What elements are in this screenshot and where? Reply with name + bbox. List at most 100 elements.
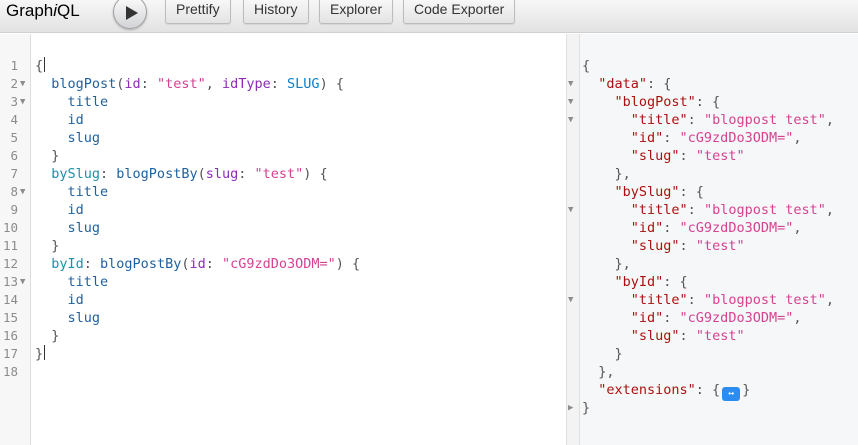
result-token: , (825, 202, 834, 218)
query-editor[interactable]: 1 {2 ▼ blogPost(id: "test", idType: SLUG) … (0, 34, 566, 445)
execute-query-button[interactable] (113, 0, 147, 29)
result-token: "blogpost test" (703, 292, 826, 308)
result-token: }, (582, 364, 615, 380)
query-line: 11 } (0, 237, 566, 255)
result-token: } (582, 346, 623, 362)
line-number: 16 (2, 328, 18, 343)
query-token: "test" (156, 76, 206, 92)
result-line: "slug": "test" (580, 147, 858, 165)
result-line: ▼ "title": "blogpost test", (568, 111, 858, 129)
line-number: 1 (10, 58, 18, 73)
fold-arrow-icon[interactable]: ▼ (568, 93, 573, 111)
result-line: "id": "cG9zdDo3ODM=", (580, 129, 858, 147)
query-line: 3 ▼ title (0, 93, 566, 111)
result-code: "slug": "test" (582, 147, 745, 165)
result-line: "extensions": {↔} (580, 381, 858, 401)
result-code: "blogPost": { (582, 93, 721, 111)
line-number: 3 (10, 94, 18, 109)
history-button[interactable]: History (243, 0, 309, 24)
query-token: slug (205, 166, 239, 182)
query-token: ) { (303, 166, 328, 182)
line-number: 18 (2, 364, 18, 379)
result-token: : { (647, 76, 672, 92)
result-line: "id": "cG9zdDo3ODM=", (580, 219, 858, 237)
result-token: }, (582, 166, 631, 182)
query-line: 2 ▼ blogPost(id: "test", idType: SLUG) { (0, 75, 566, 93)
result-code: "data": { (582, 75, 671, 93)
result-token: { (582, 58, 591, 74)
fold-arrow-icon[interactable]: ▼ (20, 183, 25, 201)
result-token: : (679, 328, 696, 344)
query-line: 15 slug (0, 309, 566, 327)
result-token: } (582, 400, 591, 416)
fold-arrow-icon[interactable]: ▼ (568, 201, 573, 219)
line-number: 5 (10, 130, 18, 145)
query-token: { (35, 58, 44, 74)
text-cursor (44, 57, 46, 72)
result-code: "title": "blogpost test", (582, 111, 834, 129)
query-line: 13 ▼ title (0, 273, 566, 291)
line-number: 9 (10, 202, 18, 217)
query-token: ) { (319, 76, 344, 92)
result-token: }, (582, 256, 631, 272)
query-token: slug (35, 310, 101, 326)
result-token: "test" (695, 238, 745, 254)
result-token: "blogpost test" (703, 202, 826, 218)
result-token: "id" (582, 130, 664, 146)
fold-arrow-icon[interactable]: ▼ (20, 93, 25, 111)
query-token: : (238, 166, 255, 182)
prettify-button[interactable]: Prettify (165, 0, 231, 24)
query-code: id (35, 111, 84, 129)
result-line: ▼ "title": "blogpost test", (568, 291, 858, 309)
result-line: } (580, 345, 858, 363)
query-line: 8 ▼ title (0, 183, 566, 201)
query-line: 14 id (0, 291, 566, 309)
fold-arrow-icon[interactable]: ▼ (568, 111, 573, 129)
play-icon (126, 6, 138, 20)
fold-arrow-icon[interactable]: ▼ (568, 291, 573, 309)
fold-arrow-icon[interactable]: ▼ (20, 273, 25, 291)
result-token: "test" (695, 148, 745, 164)
fold-arrow-icon[interactable]: ▼ (20, 75, 25, 93)
query-token: ) { (335, 256, 361, 272)
result-token: : { (663, 274, 688, 290)
result-token: "id" (582, 310, 664, 326)
result-token: } (742, 382, 751, 398)
explorer-button[interactable]: Explorer (319, 0, 394, 24)
query-token: ( (197, 166, 206, 182)
query-token: byId (35, 256, 84, 272)
result-token: "slug" (582, 238, 680, 254)
query-code: slug (35, 309, 101, 327)
fold-arrow-icon[interactable]: ▶ (568, 399, 573, 417)
result-token: "data" (582, 76, 648, 92)
result-token: : (687, 202, 704, 218)
query-code: byId: blogPostBy(id: "cG9zdDo3ODM=") { (35, 255, 360, 273)
line-number: 10 (2, 220, 18, 235)
result-token: "title" (582, 292, 688, 308)
query-token: blogPostBy (100, 256, 182, 272)
query-token: : (205, 256, 222, 272)
result-line: }, (580, 165, 858, 183)
top-toolbar: GraphiQL Prettify History Explorer Code … (0, 0, 858, 33)
query-token: : (83, 256, 101, 272)
result-token: "blogPost" (582, 94, 696, 110)
result-viewer: {▼ "data": {▼ "blogPost": {▼ "title": "b… (568, 34, 858, 445)
result-token: , (825, 112, 834, 128)
query-code: title (35, 183, 109, 201)
query-token: slug (35, 130, 101, 146)
query-token: } (35, 238, 60, 254)
result-code: "slug": "test" (582, 327, 745, 345)
result-token: : { (679, 184, 704, 200)
result-token: : (687, 292, 704, 308)
result-line: ▼ "blogPost": { (568, 93, 858, 111)
line-number: 6 (10, 148, 18, 163)
query-token: blogPostBy (116, 166, 198, 182)
result-line: "byId": { (580, 273, 858, 291)
fold-arrow-icon[interactable]: ▼ (568, 75, 573, 93)
code-exporter-button[interactable]: Code Exporter (403, 0, 516, 24)
query-token: idType (222, 76, 271, 92)
query-token: title (35, 184, 109, 200)
query-token: slug (35, 220, 101, 236)
query-line: 12 byId: blogPostBy(id: "cG9zdDo3ODM=") … (0, 255, 566, 273)
result-line: }, (580, 363, 858, 381)
